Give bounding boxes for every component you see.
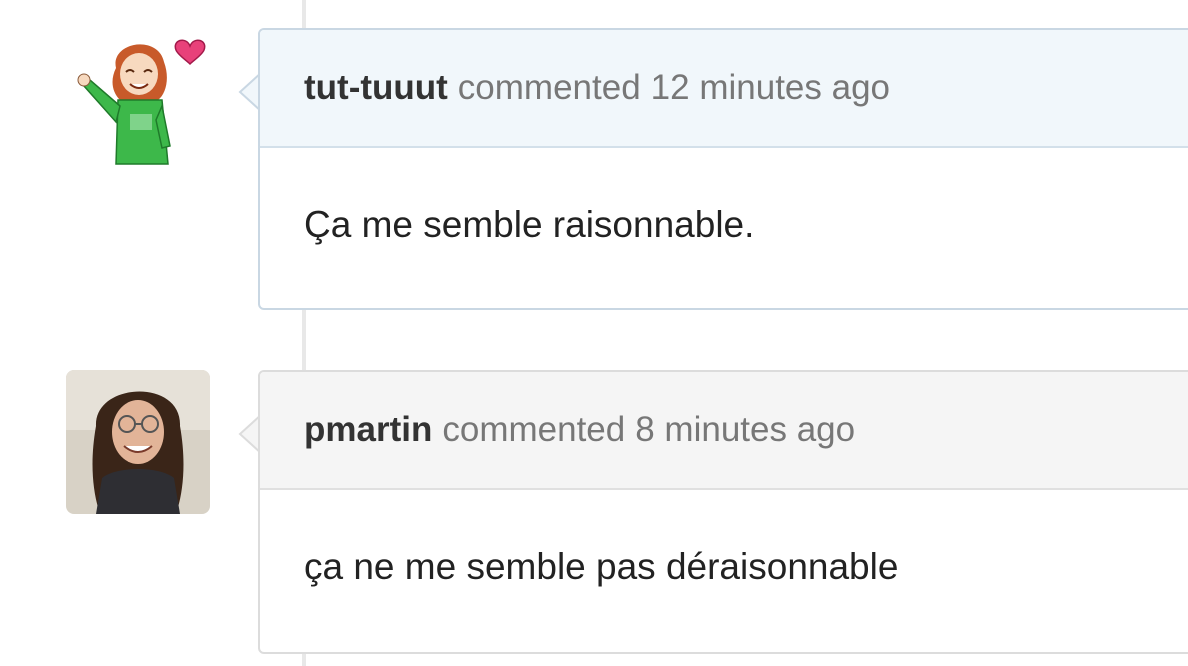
comment-box: tut-tuuut commented 12 minutes ago Ça me… (258, 28, 1188, 310)
avatar-cartoon-image (66, 28, 210, 172)
avatar[interactable] (66, 370, 210, 514)
comment-timestamp-link[interactable]: 8 minutes ago (635, 410, 855, 450)
comment-action: commented (457, 68, 641, 107)
comment-body: Ça me semble raisonnable. (304, 204, 755, 245)
comment: pmartin commented 8 minutes ago ça ne me… (0, 370, 1188, 654)
comment-body: ça ne me semble pas déraisonnable (304, 546, 899, 587)
avatar-photo-image (66, 370, 210, 514)
comment-timestamp-link[interactable]: 12 minutes ago (651, 68, 890, 108)
comment-author-link[interactable]: tut-tuuut (304, 68, 448, 108)
comment-header: tut-tuuut commented 12 minutes ago (260, 30, 1188, 148)
comment-box: pmartin commented 8 minutes ago ça ne me… (258, 370, 1188, 654)
comment: tut-tuuut commented 12 minutes ago Ça me… (0, 28, 1188, 310)
comment-timeline: tut-tuuut commented 12 minutes ago Ça me… (0, 0, 1188, 666)
comment-author-link[interactable]: pmartin (304, 410, 432, 450)
comment-header: pmartin commented 8 minutes ago (260, 372, 1188, 490)
avatar[interactable] (66, 28, 210, 172)
comment-action: commented (442, 410, 626, 449)
